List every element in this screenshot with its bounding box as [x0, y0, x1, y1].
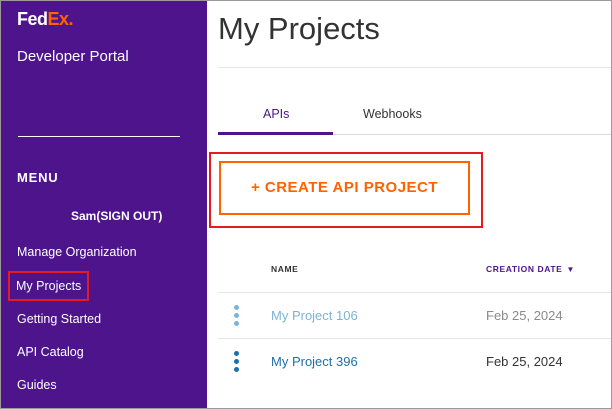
- sidebar-item-guides[interactable]: Guides: [17, 378, 57, 392]
- main-content: My Projects APIs Webhooks + CREATE API P…: [207, 1, 611, 408]
- fedex-logo[interactable]: FedEx.: [17, 9, 74, 30]
- menu-heading: MENU: [17, 170, 59, 185]
- portal-name: Developer Portal: [17, 48, 129, 65]
- project-creation-date: Feb 25, 2024: [486, 308, 563, 323]
- kebab-menu-icon[interactable]: [232, 305, 240, 327]
- sidebar-item-manage-organization[interactable]: Manage Organization: [17, 245, 137, 259]
- table-row: My Project 106 Feb 25, 2024: [218, 293, 611, 339]
- project-creation-date: Feb 25, 2024: [486, 354, 563, 369]
- column-header-name: NAME: [271, 264, 299, 274]
- project-name-link[interactable]: My Project 396: [271, 354, 358, 369]
- tab-apis[interactable]: APIs: [263, 107, 289, 121]
- sidebar: FedEx. Developer Portal MENU Sam(SIGN OU…: [1, 1, 207, 408]
- logo-dot-text: .: [68, 9, 74, 29]
- caret-down-icon[interactable]: ▼: [566, 265, 575, 274]
- logo-fed-text: Fed: [17, 9, 48, 29]
- sidebar-divider: [18, 136, 180, 137]
- sidebar-item-getting-started[interactable]: Getting Started: [17, 312, 101, 326]
- app-window: FedEx. Developer Portal MENU Sam(SIGN OU…: [0, 0, 612, 409]
- active-tab-indicator: [218, 132, 333, 135]
- title-divider: [218, 67, 611, 68]
- kebab-menu-icon[interactable]: [232, 351, 240, 373]
- sidebar-item-my-projects[interactable]: My Projects: [7, 271, 90, 301]
- tab-webhooks[interactable]: Webhooks: [363, 107, 422, 121]
- create-api-project-button[interactable]: + CREATE API PROJECT: [219, 161, 470, 215]
- tab-bar: APIs Webhooks: [218, 97, 611, 137]
- sign-out-link[interactable]: Sam(SIGN OUT): [71, 209, 162, 223]
- column-header-creation-date-label: CREATION DATE: [486, 264, 563, 274]
- sidebar-item-api-catalog[interactable]: API Catalog: [17, 345, 84, 359]
- project-name-link[interactable]: My Project 106: [271, 308, 358, 323]
- column-header-creation-date[interactable]: CREATION DATE ▼: [486, 264, 575, 274]
- page-title: My Projects: [218, 11, 380, 46]
- table-row: My Project 396 Feb 25, 2024: [218, 339, 611, 385]
- logo-ex-text: Ex: [47, 9, 70, 29]
